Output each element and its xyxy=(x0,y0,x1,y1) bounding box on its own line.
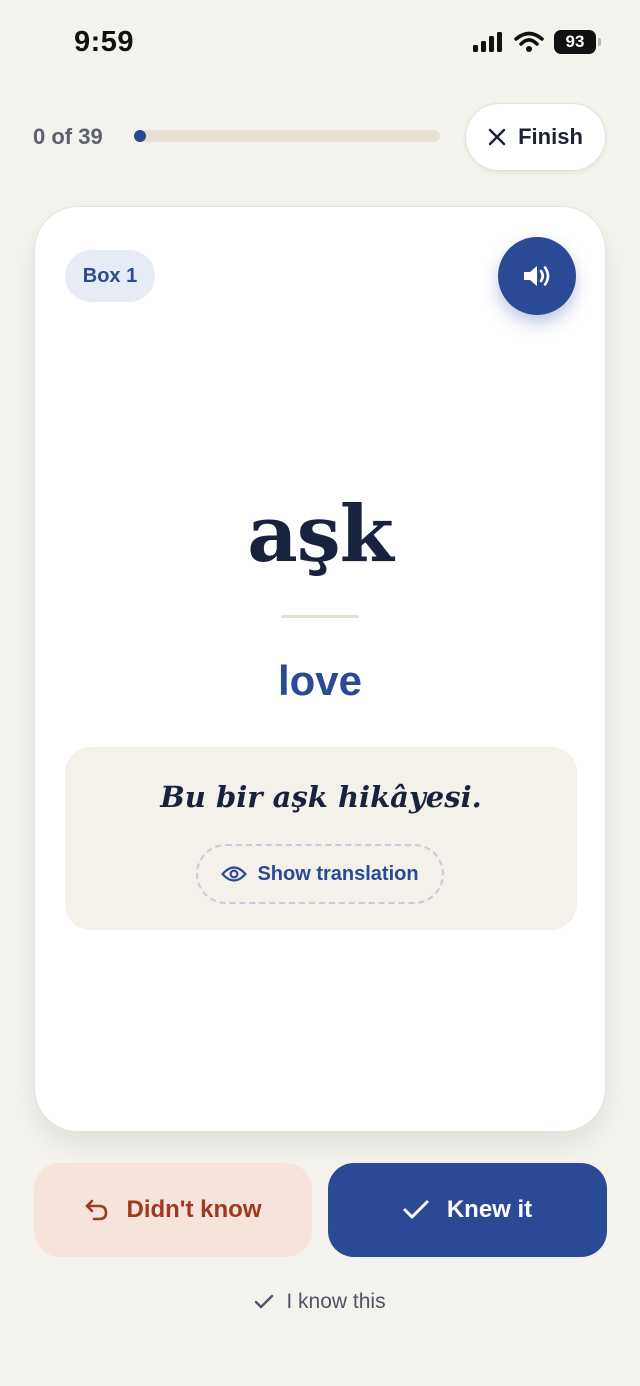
didnt-know-button[interactable]: Didn't know xyxy=(34,1163,312,1257)
close-icon xyxy=(488,128,506,146)
example-sentence-box: Bu bir aşk hikâyesi. Show translation xyxy=(65,747,577,930)
show-translation-button[interactable]: Show translation xyxy=(196,844,444,904)
i-know-this-link[interactable]: I know this xyxy=(0,1290,640,1314)
flashcard-translation: love xyxy=(277,657,363,704)
example-sentence: Bu bir aşk hikâyesi. xyxy=(160,780,482,814)
finish-button-label: Finish xyxy=(518,124,583,149)
speaker-icon xyxy=(521,262,553,290)
undo-arrow-icon xyxy=(84,1198,110,1222)
progress-bar-fill xyxy=(134,130,146,142)
finish-button[interactable]: Finish xyxy=(465,103,606,171)
audio-play-button[interactable] xyxy=(498,237,576,315)
progress-label: 0 of 39 xyxy=(33,124,103,149)
flashcard-screen: 9:59 93 0 of 39 Finish Box 1 aşk love Bu… xyxy=(0,0,640,1386)
show-translation-label: Show translation xyxy=(257,862,419,885)
word-divider xyxy=(281,615,359,618)
flashcard[interactable]: Box 1 aşk love Bu bir aşk hikâyesi. Show… xyxy=(34,206,606,1132)
didnt-know-label: Didn't know xyxy=(126,1196,262,1223)
status-icons: 93 xyxy=(472,30,601,54)
knew-it-label: Knew it xyxy=(446,1196,533,1223)
check-icon xyxy=(403,1200,429,1220)
box-badge: Box 1 xyxy=(65,250,155,302)
cellular-signal-icon xyxy=(472,31,504,53)
progress-bar xyxy=(134,130,440,142)
battery-indicator: 93 xyxy=(554,30,601,54)
wifi-icon xyxy=(514,31,544,53)
flashcard-word: aşk xyxy=(247,489,394,580)
eye-icon xyxy=(221,865,248,883)
status-time: 9:59 xyxy=(74,26,135,58)
check-icon xyxy=(254,1294,274,1310)
i-know-this-label: I know this xyxy=(286,1290,386,1313)
knew-it-button[interactable]: Knew it xyxy=(328,1163,607,1257)
